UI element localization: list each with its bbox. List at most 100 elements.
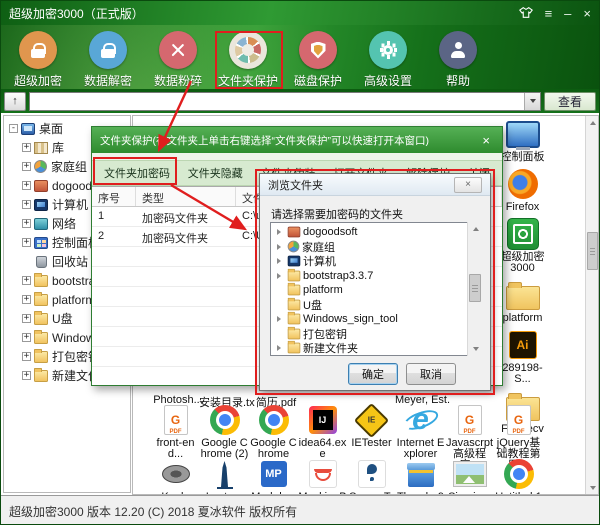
scroll-up-icon[interactable]	[586, 116, 599, 129]
table-column-header: 序号	[92, 187, 136, 206]
minimize-icon[interactable]: –	[564, 7, 571, 20]
folder-icon	[34, 275, 48, 287]
folder-icon	[288, 328, 301, 339]
toolbar-button[interactable]: 高级设置	[353, 31, 423, 89]
expand-triangle-icon[interactable]	[277, 316, 285, 322]
tree-item-label: 网络	[52, 215, 76, 232]
file-icon[interactable]: Lantern	[200, 458, 249, 495]
toolbar-button-circle	[439, 31, 477, 69]
browse-tree-item[interactable]: 家庭组	[271, 240, 481, 255]
file-icon[interactable]: SourceTree	[347, 458, 396, 495]
expander-icon[interactable]: +	[22, 181, 31, 190]
dropdown-arrow-icon[interactable]	[524, 93, 540, 110]
toolbar-button[interactable]: 文件夹保护	[213, 31, 283, 89]
browse-tree-item-label: dogoodsoft	[303, 226, 357, 238]
browse-tree-item-label: platform	[303, 284, 343, 296]
scrollbar-thumb[interactable]	[587, 232, 598, 270]
file-icon[interactable]: Thunder9	[396, 458, 445, 495]
close-icon[interactable]: ×	[478, 133, 494, 148]
file-icon[interactable]: 289198-S...	[498, 329, 547, 385]
expander-icon[interactable]: +	[22, 238, 31, 247]
toolbar-button[interactable]: 数据解密	[73, 31, 143, 89]
ai-icon	[505, 329, 541, 361]
expander-icon[interactable]: +	[22, 314, 31, 323]
file-icon-label: 控制面板	[501, 152, 545, 163]
scrollbar-thumb[interactable]	[469, 274, 481, 302]
toolbar-button[interactable]: 磁盘保护	[283, 31, 353, 89]
expand-triangle-icon[interactable]	[277, 345, 285, 351]
browse-tree-item[interactable]: dogoodsoft	[271, 225, 481, 240]
expander-icon[interactable]: +	[22, 200, 31, 209]
browse-scrollbar[interactable]	[467, 222, 482, 356]
dialog-tab[interactable]: 文件夹隐藏	[188, 165, 243, 181]
toolbar-button[interactable]: 数据粉碎	[143, 31, 213, 89]
close-icon[interactable]: ×	[454, 177, 482, 193]
file-icon[interactable]: Koala	[151, 458, 200, 495]
close-icon[interactable]: ×	[583, 7, 591, 20]
view-button[interactable]: 查看	[544, 92, 596, 111]
dialog-title: 浏览文件夹	[268, 177, 454, 193]
scissors-icon	[170, 42, 186, 58]
toolbar-button-label: 数据粉碎	[154, 72, 202, 89]
browse-tree-item[interactable]: 新建文件夹	[271, 341, 481, 356]
toolbar-button[interactable]: 帮助	[423, 31, 493, 89]
file-icon[interactable]: Firefox	[498, 168, 547, 213]
file-icon[interactable]: Markdown...	[249, 458, 298, 495]
tree-item-label: 家庭组	[51, 158, 87, 175]
file-icon-label: Google Chrome	[249, 438, 298, 460]
vertical-scrollbar[interactable]	[585, 116, 598, 494]
expander-icon[interactable]: +	[22, 371, 31, 380]
expander-icon[interactable]: +	[22, 276, 31, 285]
browse-tree-item[interactable]: Windows_sign_tool	[271, 312, 481, 327]
browse-tree-item[interactable]: 计算机	[271, 254, 481, 269]
toolbar-button-circle	[19, 31, 57, 69]
expander-icon[interactable]: +	[22, 143, 31, 152]
file-icon[interactable]: Untitled 1	[494, 458, 543, 495]
firefox-icon	[505, 168, 541, 200]
expand-triangle-icon[interactable]	[277, 229, 285, 235]
file-icon-label: platform	[503, 313, 543, 324]
file-icon[interactable]: Sina img	[445, 458, 494, 495]
ok-button[interactable]: 确定	[348, 363, 398, 385]
scroll-up-icon[interactable]	[468, 222, 483, 236]
address-combobox[interactable]	[29, 92, 541, 111]
scroll-down-icon[interactable]	[468, 342, 483, 356]
file-icon-label: front-end...	[151, 438, 200, 460]
expander-icon[interactable]: -	[9, 124, 18, 133]
expander-icon[interactable]: +	[22, 162, 31, 171]
file-icon[interactable]: 超级加密3000	[498, 218, 547, 274]
toolbar-button[interactable]: 超级加密	[3, 31, 73, 89]
menu-icon[interactable]: ≡	[545, 7, 553, 20]
expander-icon[interactable]: +	[22, 352, 31, 361]
dialog-tab[interactable]: 文件夹加密码	[104, 165, 170, 181]
skin-icon[interactable]	[519, 7, 533, 20]
up-arrow-button[interactable]: ↑	[4, 92, 26, 111]
cell-type: 加密码文件夹	[136, 227, 236, 246]
desktop-icons-row: Koala Lantern Markdown... MockingBot Sou…	[133, 458, 543, 495]
cancel-button[interactable]: 取消	[406, 363, 456, 385]
browse-tree-item-label: 计算机	[303, 253, 336, 269]
image-icon	[452, 458, 488, 490]
browse-tree-item[interactable]: 打包密钥	[271, 327, 481, 342]
expand-triangle-icon[interactable]	[277, 258, 285, 264]
expand-triangle-icon[interactable]	[277, 244, 285, 250]
person-icon	[450, 42, 466, 58]
browse-tree-item[interactable]: bootstrap3.3.7	[271, 269, 481, 284]
tree-item-label: 回收站	[52, 253, 88, 270]
file-icon-label: Internet Explorer	[396, 438, 445, 460]
desktop-icons-column: 控制面板 Firefox 超级加密3000 platform 289198-S.…	[498, 118, 546, 440]
toolbar-button-circle	[159, 31, 197, 69]
browse-tree-item[interactable]: platform	[271, 283, 481, 298]
file-icon[interactable]: 控制面板	[498, 118, 547, 163]
expander-icon[interactable]: +	[22, 219, 31, 228]
userfolder-icon	[34, 180, 48, 192]
file-icon[interactable]: MockingBot	[298, 458, 347, 495]
browse-tree-item[interactable]: U盘	[271, 298, 481, 313]
file-icon-label: Google Chrome (2)	[200, 438, 249, 460]
expand-triangle-icon[interactable]	[277, 273, 285, 279]
file-icon[interactable]: platform	[498, 279, 547, 324]
lantern-icon	[207, 458, 243, 490]
expander-icon[interactable]: +	[22, 295, 31, 304]
scroll-down-icon[interactable]	[586, 481, 599, 494]
expander-icon[interactable]: +	[22, 333, 31, 342]
